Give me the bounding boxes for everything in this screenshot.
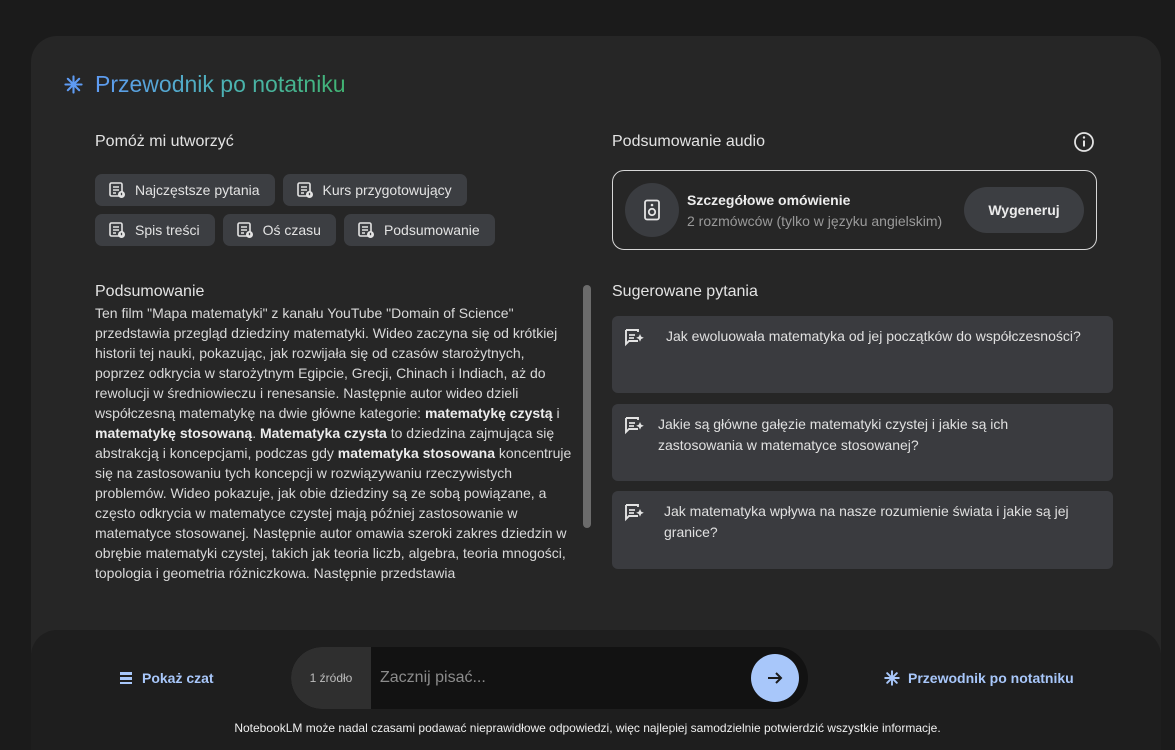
prompt-icon bbox=[625, 417, 644, 435]
disclaimer: NotebookLM może nadal czasami podawać ni… bbox=[234, 721, 941, 735]
chip-study-guide[interactable]: Kurs przygotowujący bbox=[282, 174, 467, 206]
summary-bold-term: matematyka stosowana bbox=[337, 445, 495, 461]
note-icon bbox=[358, 222, 374, 238]
chat-input-bar: 1 źródło bbox=[291, 647, 808, 709]
audio-card-title: Szczegółowe omówienie bbox=[687, 192, 851, 208]
summary-title: Podsumowanie bbox=[95, 283, 205, 300]
note-icon bbox=[109, 182, 125, 198]
notebook-guide-button[interactable]: Przewodnik po notatniku bbox=[884, 668, 1074, 688]
spark-icon bbox=[64, 74, 83, 94]
summary-text: Ten film "Mapa matematyki" z kanału YouT… bbox=[95, 303, 575, 603]
show-chat-label: Pokaż czat bbox=[142, 670, 214, 686]
suggested-question-1[interactable]: Jak ewoluowała matematyka od jej początk… bbox=[612, 316, 1113, 393]
note-icon bbox=[236, 222, 253, 238]
chip-label: Spis treści bbox=[135, 222, 200, 238]
summary-segment: . bbox=[252, 425, 260, 441]
chip-timeline[interactable]: Oś czasu bbox=[222, 214, 336, 246]
chip-label: Kurs przygotowujący bbox=[322, 182, 452, 198]
question-text: Jak ewoluowała matematyka od jej początk… bbox=[666, 328, 1081, 344]
chip-summary[interactable]: Podsumowanie bbox=[343, 214, 495, 246]
suggested-questions-label: Sugerowane pytania bbox=[612, 283, 758, 300]
question-text: Jakie są główne gałęzie matematyki czyst… bbox=[658, 416, 1009, 453]
note-icon bbox=[296, 182, 313, 198]
notebook-guide-label: Przewodnik po notatniku bbox=[908, 670, 1074, 686]
summary-scrollbar[interactable] bbox=[583, 285, 591, 528]
summary-segment: koncentruje się na zastosowaniu tych kon… bbox=[95, 445, 572, 581]
prompt-icon bbox=[625, 504, 644, 522]
speaker-icon bbox=[644, 199, 660, 221]
summary-bold-term: matematykę stosowaną bbox=[95, 425, 253, 441]
audio-overview-card: Szczegółowe omówienie 2 rozmówców (tylko… bbox=[612, 170, 1097, 250]
summary-bold-term: matematykę czystą bbox=[424, 405, 553, 421]
audio-summary-label: Podsumowanie audio bbox=[612, 133, 765, 150]
chat-icon bbox=[120, 672, 132, 684]
audio-card-subtitle: 2 rozmówców (tylko w języku angielskim) bbox=[687, 213, 943, 229]
show-chat-button[interactable]: Pokaż czat bbox=[118, 668, 214, 688]
question-text: Jak matematyka wpływa na nasze rozumieni… bbox=[664, 503, 1069, 540]
chip-faq[interactable]: Najczęstsze pytania bbox=[95, 174, 275, 206]
chip-table-of-contents[interactable]: Spis treści bbox=[95, 214, 215, 246]
chat-input[interactable] bbox=[371, 647, 741, 709]
suggested-question-2[interactable]: Jakie są główne gałęzie matematyki czyst… bbox=[612, 404, 1113, 481]
chip-label: Podsumowanie bbox=[383, 222, 480, 238]
guide-header: Przewodnik po notatniku bbox=[64, 69, 346, 99]
summary-bold-term: Matematyka czysta bbox=[259, 425, 387, 441]
generate-button[interactable]: Wygeneruj bbox=[964, 187, 1084, 233]
audio-avatar bbox=[625, 183, 679, 237]
suggested-question-3[interactable]: Jak matematyka wpływa na nasze rozumieni… bbox=[612, 491, 1113, 569]
source-count[interactable]: 1 źródło bbox=[291, 647, 371, 709]
spark-icon bbox=[884, 670, 900, 686]
help-create-label: Pomóż mi utworzyć bbox=[95, 133, 234, 150]
help-create-chips: Najczęstsze pytania Kurs przygotowujący … bbox=[95, 174, 565, 254]
page-title: Przewodnik po notatniku bbox=[95, 70, 346, 97]
prompt-icon bbox=[625, 329, 644, 347]
chip-label: Oś czasu bbox=[262, 222, 321, 238]
note-icon bbox=[109, 222, 125, 238]
summary-segment: i bbox=[552, 405, 560, 421]
send-button[interactable] bbox=[751, 654, 799, 702]
info-icon[interactable] bbox=[1073, 131, 1095, 153]
arrow-right-icon bbox=[768, 672, 783, 684]
chip-label: Najczęstsze pytania bbox=[135, 182, 260, 198]
summary-segment: Ten film "Mapa matematyki" z kanału YouT… bbox=[95, 305, 558, 421]
